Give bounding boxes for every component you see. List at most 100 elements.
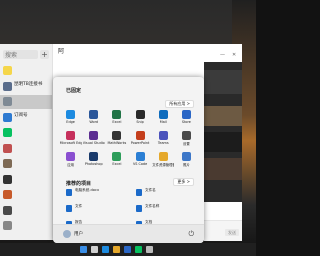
user-name[interactable]: 用户 xyxy=(74,231,83,237)
pinned-app-label: 应用 xyxy=(67,163,74,167)
chat-list-item[interactable] xyxy=(0,188,52,202)
app-icon xyxy=(112,131,122,140)
avatar xyxy=(3,143,12,153)
chat-list-item[interactable] xyxy=(0,126,52,140)
chat-list-item[interactable]: 昆明TB连接书 xyxy=(0,80,52,94)
pinned-app[interactable]: 文件资源管理器 xyxy=(152,152,175,169)
pinned-app[interactable]: 应用 xyxy=(59,152,82,169)
pinned-app[interactable]: Visual Studio xyxy=(82,131,105,148)
pinned-app-label: Store xyxy=(181,120,191,124)
pinned-app[interactable]: Excel xyxy=(105,152,128,169)
pinned-app-label: Photoshop xyxy=(84,162,103,166)
pinned-app-label: Mail xyxy=(159,120,167,124)
taskbar xyxy=(0,243,256,256)
avatar[interactable] xyxy=(63,230,71,238)
app-icon[interactable] xyxy=(146,246,153,253)
chat-list-item[interactable] xyxy=(0,142,52,156)
recommended-item[interactable]: 电脑系统.docx xyxy=(66,188,126,198)
pinned-app-label: 照片 xyxy=(183,163,190,167)
avatar xyxy=(3,97,12,106)
document-icon xyxy=(66,205,72,212)
vs-icon xyxy=(89,131,99,140)
chat-list-item[interactable] xyxy=(0,64,52,78)
avatar xyxy=(3,174,12,184)
pinned-app-label: Snip xyxy=(136,120,144,124)
chat-list-item[interactable] xyxy=(0,95,52,109)
recommended-item-name: 文件 xyxy=(75,204,83,208)
pinned-app[interactable]: Microsoft Edge xyxy=(59,131,82,148)
folder-icon xyxy=(158,152,168,161)
pinned-app[interactable]: Photoshop xyxy=(82,152,105,169)
chat-list-item[interactable] xyxy=(0,173,52,187)
search-row: 搜索 + xyxy=(3,50,49,60)
media-thumbnail[interactable] xyxy=(204,70,242,94)
chat-list-item[interactable] xyxy=(0,157,52,171)
excel-icon xyxy=(112,110,122,119)
media-thumbnail[interactable] xyxy=(204,158,242,180)
power-icon[interactable]: ⏻ xyxy=(188,230,194,239)
start-icon[interactable] xyxy=(80,246,87,253)
all-apps-button[interactable]: 所有应用 > xyxy=(165,100,194,108)
pinned-app[interactable]: Excel xyxy=(105,110,128,127)
avatar xyxy=(3,159,12,168)
pinned-heading: 已固定 xyxy=(66,88,82,94)
chat-list-item[interactable] xyxy=(0,219,52,233)
edge-icon[interactable] xyxy=(102,246,109,253)
photoshop-icon xyxy=(89,152,99,161)
recommended-item[interactable]: 文件 xyxy=(66,204,126,214)
pinned-app-label: 文件资源管理器 xyxy=(152,163,175,167)
contact-name: 订阅号 xyxy=(14,112,28,118)
pinned-app[interactable]: 照片 xyxy=(175,152,198,169)
pinned-apps-grid: Edge Word Excel Snip Mail Store Microsoft Edge… xyxy=(59,110,198,169)
media-thumbnail[interactable] xyxy=(204,132,242,152)
pinned-app[interactable]: Snip xyxy=(128,110,151,127)
pinned-app-label: Microsoft Edge xyxy=(59,141,82,145)
pinned-app[interactable]: PowerPoint xyxy=(128,131,151,148)
pinned-app-label: PowerPoint xyxy=(130,141,150,145)
search-placeholder: 搜索 xyxy=(5,52,18,59)
edge-icon xyxy=(66,110,76,119)
pinned-app[interactable]: Mail xyxy=(152,110,175,127)
add-button[interactable]: + xyxy=(40,50,49,59)
pinned-app-label: MathWorks xyxy=(107,141,127,145)
contact-name: 昆明TB连接书 xyxy=(14,81,43,87)
excel-icon xyxy=(112,152,122,161)
settings-icon xyxy=(181,131,191,140)
pinned-app-label: Excel xyxy=(112,162,122,166)
store-icon xyxy=(181,110,191,119)
avatar xyxy=(3,112,12,122)
recommended-item[interactable]: 文件名 xyxy=(136,188,196,198)
recommended-item-name: 文件名 xyxy=(145,188,156,192)
pinned-app-label: Visual Studio xyxy=(82,141,105,145)
pinned-app-label: VS Code xyxy=(132,162,148,166)
vscode-icon xyxy=(135,152,145,161)
store-icon[interactable] xyxy=(124,246,131,253)
recommended-item[interactable]: 文件名称 xyxy=(136,204,196,214)
more-button[interactable]: 更多 > xyxy=(173,178,194,186)
start-menu-footer: 用户 ⏻ xyxy=(53,224,204,243)
wechat-icon[interactable] xyxy=(135,246,142,253)
send-button[interactable]: 发送 xyxy=(225,229,239,236)
avatar xyxy=(3,66,12,75)
pinned-app-label: 设置 xyxy=(183,142,190,146)
search-icon[interactable] xyxy=(91,246,98,253)
minimize-icon[interactable]: — xyxy=(220,52,225,58)
app-icon xyxy=(66,152,76,161)
pinned-app[interactable]: Word xyxy=(82,110,105,127)
media-thumbnail[interactable] xyxy=(204,106,242,126)
pinned-app[interactable]: Teams xyxy=(152,131,175,148)
pinned-app[interactable]: Store xyxy=(175,110,198,127)
avatar xyxy=(3,81,12,91)
chat-list-item[interactable] xyxy=(0,204,52,218)
powerpoint-icon xyxy=(135,131,145,140)
pinned-app[interactable]: 设置 xyxy=(175,131,198,148)
pinned-app[interactable]: MathWorks xyxy=(105,131,128,148)
pinned-app-label: Word xyxy=(89,120,99,124)
chat-list-item[interactable]: 订阅号 xyxy=(0,111,52,125)
recommended-item-name: 文件名称 xyxy=(145,204,160,208)
close-icon[interactable]: ✕ xyxy=(232,52,236,58)
pinned-app[interactable]: Edge xyxy=(59,110,82,127)
pinned-app[interactable]: VS Code xyxy=(128,152,151,169)
search-input[interactable]: 搜索 xyxy=(3,50,38,59)
folder-icon[interactable] xyxy=(113,246,120,253)
